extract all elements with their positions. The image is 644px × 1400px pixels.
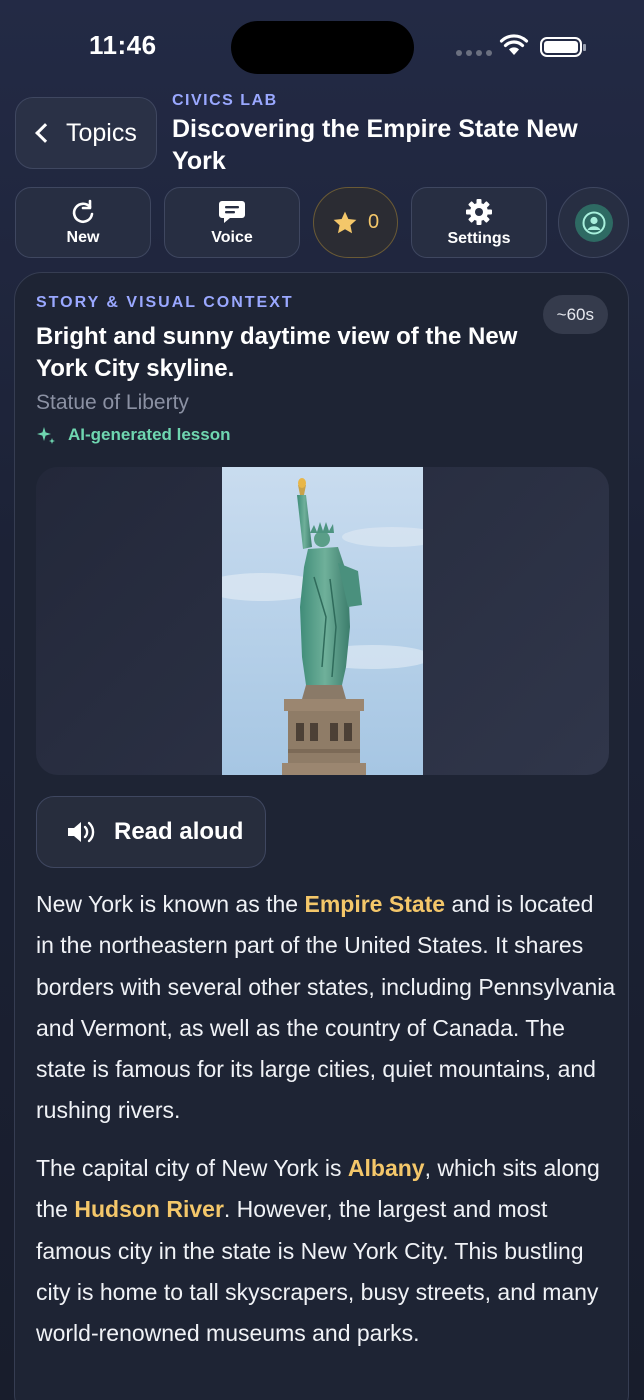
voice-button[interactable]: Voice [164, 187, 300, 258]
highlight-term: Hudson River [74, 1196, 224, 1223]
speaker-icon [68, 821, 95, 843]
star-icon [333, 211, 357, 233]
ai-generated-tag: AI-generated lesson [36, 425, 231, 445]
profile-button[interactable] [558, 187, 629, 258]
stars-count: 0 [367, 211, 380, 233]
voice-button-label: Voice [211, 228, 253, 246]
highlight-term: Empire State [304, 891, 446, 917]
new-button-label: New [66, 228, 100, 246]
status-time: 11:46 [89, 30, 157, 60]
read-aloud-button[interactable]: Read aloud [36, 796, 266, 868]
user-icon [582, 211, 605, 234]
lesson-image-frame [36, 467, 609, 775]
card-subtitle: Statue of Liberty [36, 391, 189, 414]
avatar [574, 203, 613, 242]
chevron-left-icon [35, 123, 55, 143]
settings-button-label: Settings [447, 229, 511, 247]
highlight-term: Albany [347, 1155, 425, 1181]
duration-badge: ~60s [542, 295, 608, 334]
paragraph-text: New York is known as the [36, 891, 305, 917]
story-paragraph-1: New York is known as the Empire State an… [36, 884, 616, 1132]
paragraph-text: The capital city of New York is [36, 1155, 348, 1181]
back-button-label: Topics [66, 118, 137, 147]
settings-button[interactable]: Settings [411, 187, 547, 258]
story-paragraph-2: The capital city of New York is Albany, … [36, 1148, 616, 1354]
card-title: Bright and sunny daytime view of the New… [36, 323, 518, 382]
read-aloud-label: Read aloud [114, 818, 244, 845]
dynamic-island [231, 21, 414, 74]
battery-icon [540, 37, 586, 57]
statue-of-liberty-photo [222, 467, 423, 775]
header-eyebrow: CIVICS LAB [172, 92, 278, 109]
stars-button[interactable]: 0 [313, 187, 398, 258]
wifi-icon [499, 34, 529, 55]
ai-generated-label: AI-generated lesson [68, 425, 231, 444]
sparkle-icon [37, 427, 55, 444]
refresh-icon [72, 199, 94, 223]
story-card: STORY & VISUAL CONTEXT ~60s Bright and s… [14, 272, 629, 1400]
chat-icon [219, 200, 245, 223]
page-title: Discovering the Empire State New York [172, 115, 578, 175]
cellular-signal-icon [456, 50, 492, 56]
gear-icon [466, 198, 492, 225]
new-button[interactable]: New [15, 187, 151, 258]
card-eyebrow: STORY & VISUAL CONTEXT [36, 294, 294, 311]
paragraph-text: and is located in the northeastern part … [36, 891, 616, 1124]
back-topics-button[interactable]: Topics [15, 97, 157, 169]
